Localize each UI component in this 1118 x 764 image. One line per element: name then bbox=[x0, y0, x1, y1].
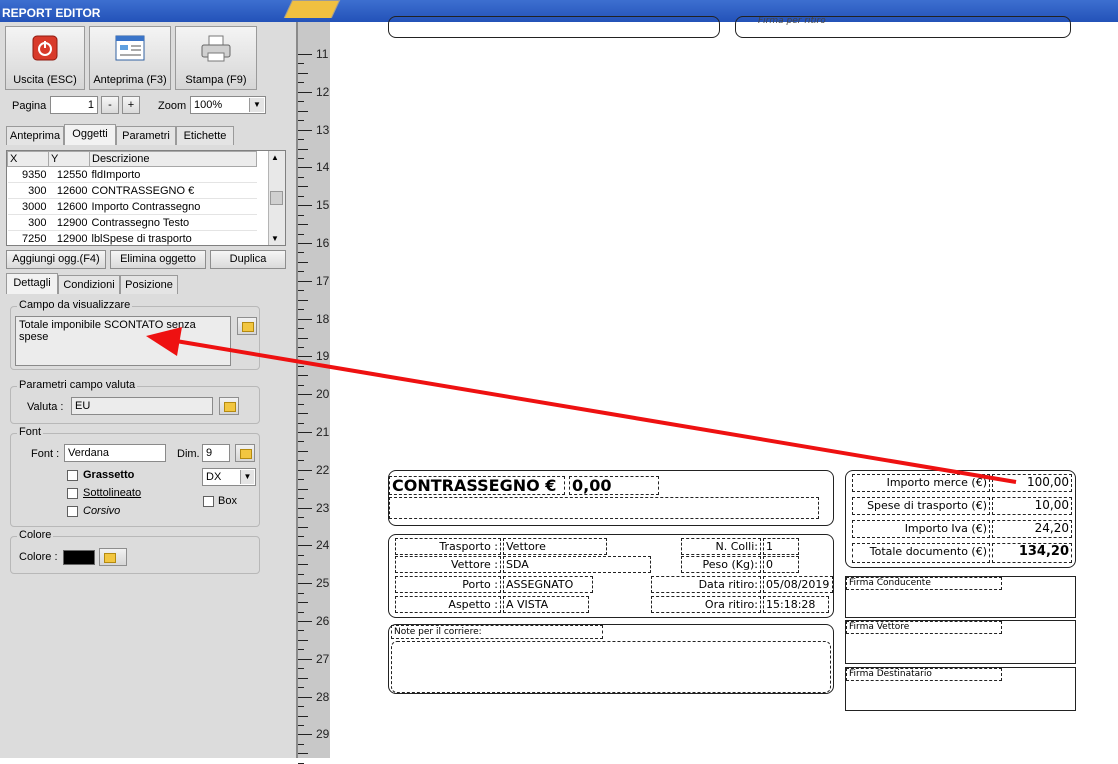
arrow-head-icon bbox=[146, 327, 182, 356]
arrow-shaft bbox=[175, 339, 1017, 484]
annotation-arrow bbox=[146, 327, 1017, 484]
